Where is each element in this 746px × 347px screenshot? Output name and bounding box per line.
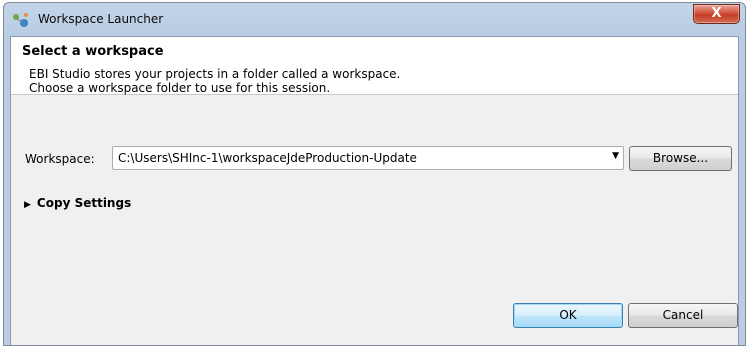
workspace-path-value[interactable]: C:\Users\SHInc-1\workspaceJdeProduction-… bbox=[118, 151, 417, 165]
workspace-launcher-dialog: Workspace Launcher X Select a workspace … bbox=[3, 2, 746, 346]
window-title: Workspace Launcher bbox=[38, 12, 164, 26]
close-button[interactable]: X bbox=[693, 4, 740, 24]
chevron-down-icon[interactable]: ▼ bbox=[612, 151, 619, 161]
dialog-header: Select a workspace EBI Studio stores you… bbox=[11, 37, 738, 95]
triangle-right-icon[interactable]: ▶ bbox=[24, 200, 31, 210]
workspace-combobox[interactable]: C:\Users\SHInc-1\workspaceJdeProduction-… bbox=[112, 146, 624, 170]
header-title: Select a workspace bbox=[22, 44, 164, 59]
browse-button[interactable]: Browse... bbox=[629, 146, 732, 171]
eclipse-launcher-icon bbox=[13, 13, 28, 27]
dialog-body: Select a workspace EBI Studio stores you… bbox=[10, 36, 739, 345]
header-description-line2: Choose a workspace folder to use for thi… bbox=[29, 81, 331, 95]
copy-settings-toggle[interactable]: ▶ Copy Settings bbox=[24, 196, 131, 210]
title-bar[interactable]: Workspace Launcher X bbox=[4, 3, 745, 36]
cancel-button[interactable]: Cancel bbox=[628, 303, 738, 328]
copy-settings-label[interactable]: Copy Settings bbox=[37, 196, 131, 210]
ok-button[interactable]: OK bbox=[513, 303, 623, 328]
header-description-line1: EBI Studio stores your projects in a fol… bbox=[29, 67, 401, 81]
workspace-label: Workspace: bbox=[25, 152, 95, 166]
